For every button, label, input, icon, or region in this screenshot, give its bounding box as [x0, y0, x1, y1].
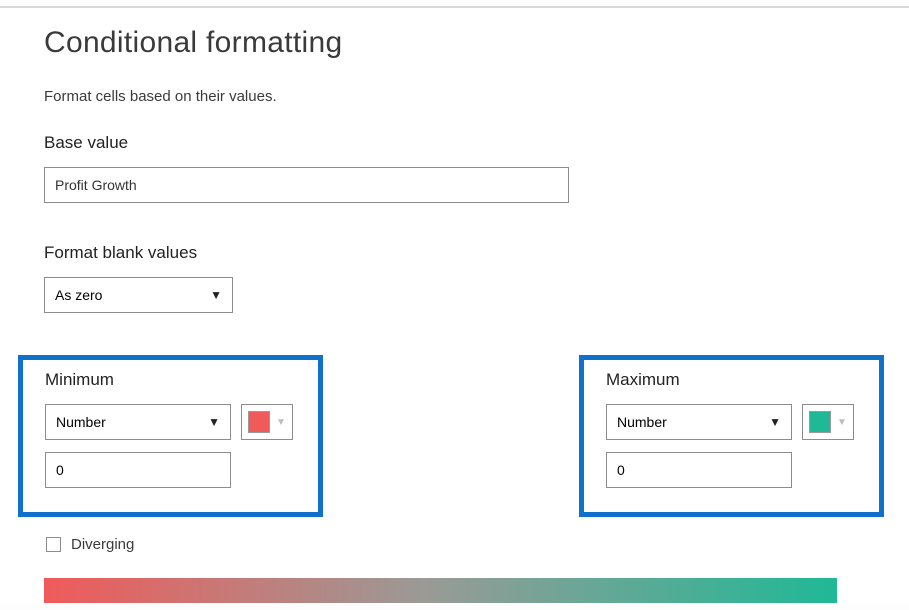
minimum-type-select[interactable]: Number ▼ [45, 404, 231, 440]
format-blank-selected: As zero [55, 287, 102, 303]
chevron-down-icon: ▼ [837, 417, 847, 428]
dialog-title: Conditional formatting [44, 26, 865, 60]
base-value-input[interactable] [44, 167, 569, 203]
maximum-type-selected: Number [617, 414, 667, 430]
format-blank-select[interactable]: As zero ▼ [44, 277, 233, 313]
chevron-down-icon: ▼ [208, 415, 220, 429]
format-blank-label: Format blank values [44, 243, 865, 263]
minimum-type-selected: Number [56, 414, 106, 430]
diverging-row: Diverging [44, 536, 134, 553]
maximum-type-select[interactable]: Number ▼ [606, 404, 792, 440]
maximum-highlight-box: Maximum Number ▼ ▼ [579, 355, 884, 517]
chevron-down-icon: ▼ [769, 415, 781, 429]
maximum-label: Maximum [606, 370, 857, 390]
minimum-highlight-box: Minimum Number ▼ ▼ [18, 355, 323, 517]
diverging-label: Diverging [71, 536, 134, 553]
base-value-label: Base value [44, 133, 865, 153]
minimum-color-picker[interactable]: ▼ [241, 404, 293, 440]
maximum-color-picker[interactable]: ▼ [802, 404, 854, 440]
minimum-color-swatch [248, 411, 270, 433]
minimum-label: Minimum [45, 370, 296, 390]
dialog-description: Format cells based on their values. [44, 88, 865, 105]
maximum-value-input[interactable] [606, 452, 792, 488]
diverging-checkbox[interactable] [46, 537, 61, 552]
maximum-color-swatch [809, 411, 831, 433]
minimum-value-input[interactable] [45, 452, 231, 488]
gradient-preview-bar [44, 578, 837, 603]
chevron-down-icon: ▼ [210, 288, 222, 302]
chevron-down-icon: ▼ [276, 417, 286, 428]
